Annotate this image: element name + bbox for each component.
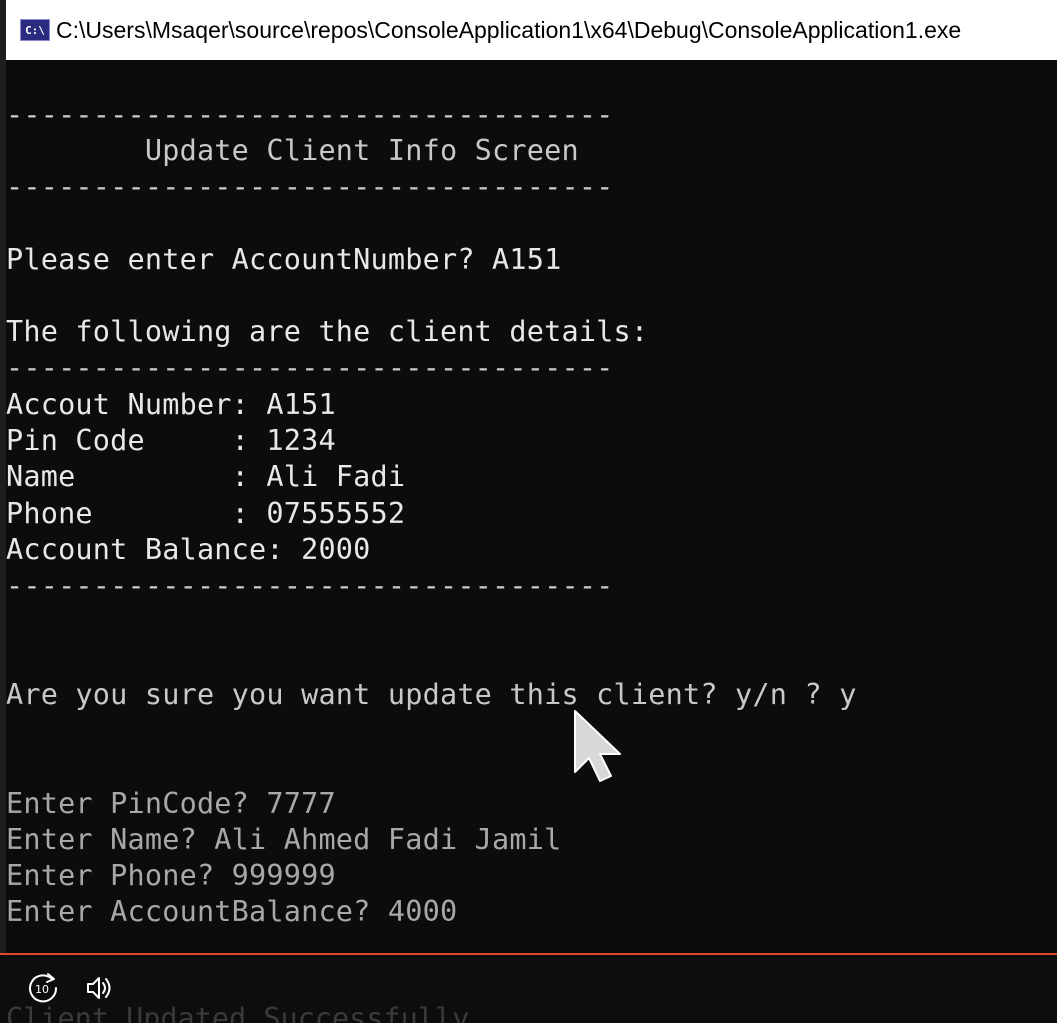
enter-phone-prompt: Enter Phone? 999999 (6, 859, 336, 892)
detail-account-balance: Account Balance: 2000 (6, 533, 371, 566)
separator-line: ----------------------------------- (6, 98, 614, 131)
ghost-console-line: Client Updated Successfully (6, 1002, 470, 1023)
detail-pin-code: Pin Code : 1234 (6, 424, 336, 457)
enter-name-prompt: Enter Name? Ali Ahmed Fadi Jamil (6, 823, 562, 856)
console-output[interactable]: ----------------------------------- Upda… (6, 60, 1057, 953)
title-bar[interactable]: C:\ C:\Users\Msaqer\source\repos\Console… (6, 0, 1057, 60)
console-window: C:\ C:\Users\Msaqer\source\repos\Console… (0, 0, 1057, 1023)
console-app-icon: C:\ (20, 19, 50, 41)
separator-line: ----------------------------------- (6, 351, 614, 384)
detail-name: Name : Ali Fadi (6, 460, 406, 493)
separator-line: ----------------------------------- (6, 569, 614, 602)
volume-icon[interactable] (84, 973, 114, 1003)
separator-line: ----------------------------------- (6, 170, 614, 203)
account-number-prompt: Please enter AccountNumber? A151 (6, 243, 562, 276)
confirm-update-prompt: Are you sure you want update this client… (6, 678, 857, 711)
enter-balance-prompt: Enter AccountBalance? 4000 (6, 895, 458, 928)
screen-title: Update Client Info Screen (6, 134, 579, 167)
mouse-pointer-icon (574, 710, 621, 782)
detail-phone: Phone : 07555552 (6, 497, 406, 530)
skip-seconds-label: 10 (35, 983, 49, 996)
client-details-heading: The following are the client details: (6, 315, 649, 348)
console-app-icon-text: C:\ (25, 23, 45, 37)
detail-account-number: Accout Number: A151 (6, 388, 336, 421)
window-title: C:\Users\Msaqer\source\repos\ConsoleAppl… (56, 16, 962, 43)
skip-forward-10-icon[interactable]: 10 (26, 971, 60, 1005)
video-player-controls: Client Updated Successfully 10 (0, 953, 1057, 1023)
enter-pincode-prompt: Enter PinCode? 7777 (6, 787, 336, 820)
